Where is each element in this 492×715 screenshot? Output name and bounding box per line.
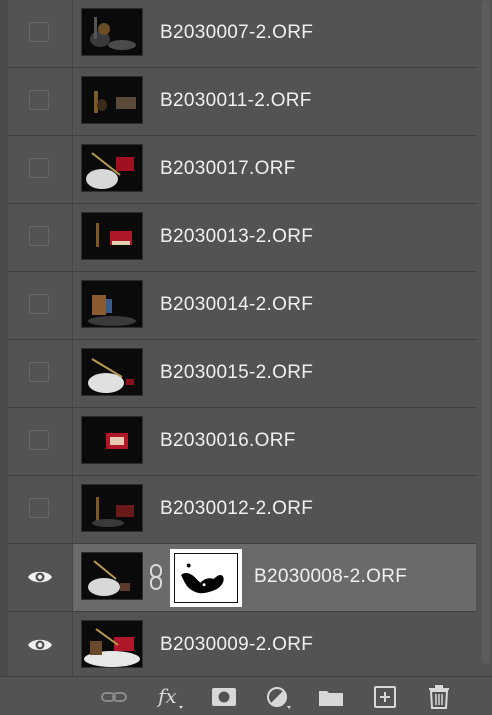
layer-mask-content [174, 553, 238, 603]
visibility-toggle[interactable] [29, 294, 49, 314]
layer-row[interactable]: B2030015-2.ORF [8, 340, 476, 408]
visibility-toggle[interactable] [29, 90, 49, 110]
layer-name[interactable]: B2030012-2.ORF [160, 498, 313, 520]
layer-name[interactable]: B2030016.ORF [160, 430, 296, 452]
layer-thumbnail [81, 144, 143, 192]
layer-thumbnail [81, 348, 143, 396]
mask-link-icon[interactable] [149, 564, 163, 590]
layer-name[interactable]: B2030008-2.ORF [254, 566, 407, 588]
layer-thumbnail [81, 416, 143, 464]
layer-name[interactable]: B2030015-2.ORF [160, 362, 313, 384]
scrollbar-thumb[interactable] [482, 0, 490, 664]
adjustment-icon[interactable] [264, 685, 292, 709]
layer-row-selected[interactable]: B2030008-2.ORF [8, 544, 476, 612]
eye-icon[interactable] [27, 635, 53, 655]
layer-name[interactable]: B2030009-2.ORF [160, 634, 313, 656]
layers-panel: B2030007-2.ORF B2030011-2.ORF B2030017.O… [0, 0, 492, 715]
visibility-column [8, 612, 73, 679]
visibility-column [8, 544, 73, 611]
layer-row[interactable]: B2030017.ORF [8, 136, 476, 204]
visibility-toggle[interactable] [29, 430, 49, 450]
visibility-column [8, 136, 73, 203]
layer-row[interactable]: B2030012-2.ORF [8, 476, 476, 544]
layer-thumbnail [81, 552, 143, 600]
eye-icon[interactable] [27, 567, 53, 587]
link-icon[interactable] [100, 685, 128, 709]
folder-icon[interactable] [317, 685, 345, 709]
layer-thumbnail [81, 76, 143, 124]
mask-icon[interactable] [210, 685, 238, 709]
visibility-column [8, 272, 73, 339]
visibility-column [8, 408, 73, 475]
layer-thumbnail [81, 484, 143, 532]
layer-thumbnail [81, 620, 143, 668]
layer-row[interactable]: B2030011-2.ORF [8, 68, 476, 136]
layer-thumbnail [81, 280, 143, 328]
visibility-toggle[interactable] [29, 158, 49, 178]
visibility-toggle[interactable] [29, 226, 49, 246]
visibility-column [8, 476, 73, 543]
fx-icon[interactable]: fx [156, 685, 184, 709]
visibility-toggle[interactable] [29, 498, 49, 518]
layer-row[interactable]: B2030013-2.ORF [8, 204, 476, 272]
visibility-column [8, 340, 73, 407]
layer-name[interactable]: B2030017.ORF [160, 158, 296, 180]
trash-icon[interactable] [425, 685, 453, 709]
visibility-column [8, 0, 73, 67]
fx-label: fx [156, 685, 177, 708]
layer-row[interactable]: B2030014-2.ORF [8, 272, 476, 340]
layers-toolbar: fx [0, 676, 492, 715]
layer-name[interactable]: B2030014-2.ORF [160, 294, 313, 316]
layers-list: B2030007-2.ORF B2030011-2.ORF B2030017.O… [8, 0, 476, 680]
layer-row[interactable]: B2030009-2.ORF [8, 612, 476, 680]
layer-thumbnail [81, 212, 143, 260]
layer-row[interactable]: B2030016.ORF [8, 408, 476, 476]
layer-name[interactable]: B2030007-2.ORF [160, 22, 313, 44]
layer-name[interactable]: B2030013-2.ORF [160, 226, 313, 248]
visibility-column [8, 204, 73, 271]
visibility-toggle[interactable] [29, 362, 49, 382]
layer-row[interactable]: B2030007-2.ORF [8, 0, 476, 68]
layer-mask-thumbnail[interactable] [170, 549, 242, 607]
new-layer-icon[interactable] [371, 685, 399, 709]
visibility-toggle[interactable] [29, 22, 49, 42]
layer-thumbnail [81, 8, 143, 56]
visibility-column [8, 68, 73, 135]
layer-name[interactable]: B2030011-2.ORF [160, 90, 312, 112]
